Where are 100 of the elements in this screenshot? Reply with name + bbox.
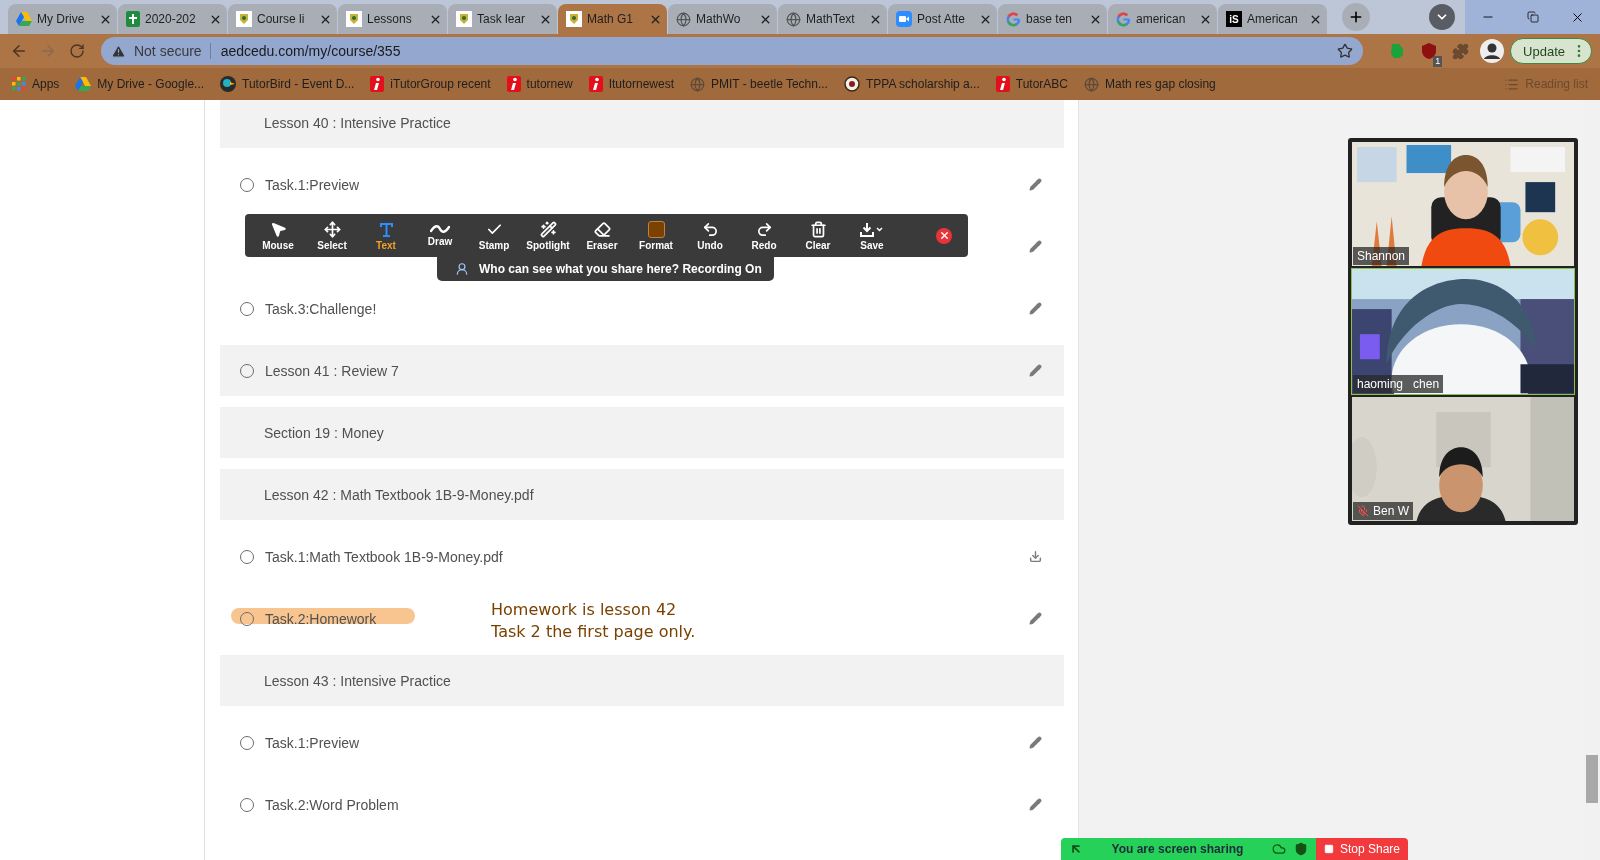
tab-title: My Drive — [37, 12, 86, 26]
annotation-tool-button[interactable]: Save — [845, 215, 899, 256]
restore-icon — [1526, 11, 1539, 23]
bookmark-link[interactable]: iTutorGroup recent — [370, 76, 491, 92]
browser-tab[interactable]: MathWo — [668, 4, 777, 34]
bookmark-link[interactable]: tutornew — [506, 76, 573, 92]
task-title: Task.2:Homework — [265, 610, 377, 627]
scrollbar[interactable] — [1583, 100, 1600, 860]
avatar-icon[interactable] — [1480, 39, 1505, 63]
video-camera-icon — [896, 11, 912, 27]
new-tab-button[interactable] — [1342, 3, 1370, 31]
video-tile[interactable]: Shannon — [1351, 141, 1575, 268]
browser-tab[interactable]: Math G1 — [558, 4, 667, 34]
browser-tab[interactable]: iS American — [1218, 4, 1327, 34]
redo-icon — [755, 220, 773, 238]
school-logo-icon — [456, 11, 472, 27]
tab-search-button[interactable] — [1429, 4, 1455, 30]
pencil-icon — [1029, 240, 1042, 253]
security-label: Not secure — [133, 43, 202, 59]
annotation-tool-button[interactable]: Stamp — [467, 215, 521, 256]
browser-tab[interactable]: My Drive — [8, 4, 117, 34]
annotation-tool-button[interactable]: Eraser — [575, 215, 629, 256]
lesson-title: Lesson 43 : Intensive Practice — [264, 672, 451, 689]
tab-title: american — [1136, 12, 1187, 26]
annotation-tool-button[interactable]: Mouse — [251, 215, 305, 256]
browser-tab[interactable]: Post Atte — [888, 4, 997, 34]
pencil-icon — [1029, 302, 1042, 315]
bookmark-link[interactable]: Apps — [12, 77, 60, 91]
wave-icon — [430, 224, 450, 234]
save-icon — [859, 220, 885, 238]
tab-title: Math G1 — [587, 12, 635, 26]
lesson-row[interactable]: Lesson 42 : Math Textbook 1B-9-Money.pdf — [220, 469, 1064, 520]
annotation-tool-button[interactable]: Spotlight — [521, 215, 575, 256]
video-tile[interactable]: Ben W — [1351, 395, 1575, 522]
browser-tab[interactable]: Lessons — [338, 4, 447, 34]
tab-title: Lessons — [367, 12, 413, 26]
school-logo-icon — [236, 11, 252, 27]
magic-wand-icon — [539, 220, 557, 238]
stop-share-button[interactable]: Stop Share — [1316, 838, 1408, 860]
browser-tab[interactable]: Task lear — [448, 4, 557, 34]
bookmark-link[interactable]: Math res gap closing — [1084, 76, 1216, 92]
pencil-icon — [1029, 736, 1042, 749]
tab-title: Course li — [257, 12, 306, 26]
tab-title: Post Atte — [917, 12, 967, 26]
annotation-tool-button[interactable]: Text — [359, 215, 413, 256]
update-button[interactable]: Update — [1510, 38, 1592, 64]
close-button[interactable] — [936, 227, 952, 244]
puzzle-icon[interactable] — [1451, 42, 1469, 60]
school-logo-icon — [566, 11, 582, 27]
site-logo-icon — [506, 76, 521, 92]
browser-tab[interactable]: base ten — [998, 4, 1107, 34]
lesson-row[interactable]: Lesson 43 : Intensive Practice — [220, 655, 1064, 706]
bookmark-link[interactable]: PMIT - beetle Techn... — [690, 76, 828, 92]
color-swatch — [647, 220, 665, 238]
text-tool-icon — [377, 220, 395, 238]
google-icon — [1006, 11, 1021, 27]
annotation-text: Task 2 the first page only. — [491, 621, 696, 643]
eraser-icon — [593, 220, 611, 238]
lesson-row[interactable]: Section 19 : Money — [220, 407, 1064, 458]
shield-extension-icon[interactable] — [1419, 42, 1438, 60]
globe-icon — [676, 11, 691, 27]
task-title: Task.3:Challenge! — [265, 300, 377, 317]
lesson-row[interactable]: Lesson 40 : Intensive Practice — [220, 100, 1064, 148]
site-logo-icon — [588, 76, 603, 92]
drive-icon — [16, 12, 32, 26]
browser-tab[interactable]: Course li — [228, 4, 337, 34]
annotation-tool-button[interactable]: Redo — [737, 215, 791, 256]
annotation-tool-button[interactable]: Select — [305, 215, 359, 256]
annotation-tool-button[interactable]: Clear — [791, 215, 845, 256]
tab-title: MathText — [806, 12, 856, 26]
tab-title: American — [1247, 12, 1299, 26]
video-tile[interactable]: haoming chen — [1351, 268, 1575, 395]
pencil-icon — [1029, 612, 1042, 625]
plus-icon — [1348, 9, 1364, 25]
bookmark-star-icon — [1336, 43, 1353, 59]
arrow-icon — [1069, 842, 1083, 856]
annotation-tool-button[interactable]: Draw — [413, 215, 467, 256]
bookmark-link[interactable]: TPPA scholarship a... — [843, 76, 980, 92]
undo-icon — [701, 220, 719, 238]
annotation-text: Homework is lesson 42 — [491, 599, 678, 621]
download-icon — [1029, 550, 1042, 563]
reload-icon — [69, 43, 86, 59]
annotation-tool-button[interactable]: Format — [629, 215, 683, 256]
browser-tab[interactable]: 2020-202 — [118, 4, 227, 34]
bookmark-link[interactable]: My Drive - Google... — [75, 77, 205, 91]
bookmark-link[interactable]: Itutornewest — [588, 76, 674, 92]
bookmark-link[interactable]: TutorABC — [995, 76, 1069, 92]
apps-grid-icon — [12, 77, 26, 91]
trash-icon — [809, 220, 827, 238]
lesson-title: Lesson 41 : Review 7 — [265, 362, 399, 379]
lesson-row[interactable]: Lesson 41 : Review 7 — [220, 345, 1064, 396]
annotation-tool-button[interactable]: Undo — [683, 215, 737, 256]
lesson-title: Section 19 : Money — [264, 424, 384, 441]
address-bar[interactable]: Not secure aedcedu.com/my/course/355 — [100, 37, 1363, 65]
tab-title: 2020-202 — [145, 12, 197, 26]
browser-tab[interactable]: MathText — [778, 4, 887, 34]
bookmark-link[interactable]: TutorBird - Event D... — [220, 76, 355, 92]
school-logo-icon — [346, 11, 362, 27]
browser-tab[interactable]: american — [1108, 4, 1217, 34]
spreadsheet-icon — [126, 11, 140, 27]
